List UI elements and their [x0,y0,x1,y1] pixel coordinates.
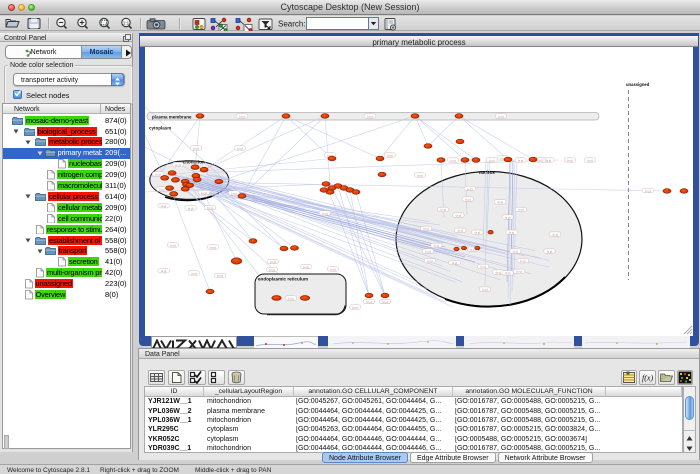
svg-text:(x y): (x y) [161,204,167,208]
svg-text:(x y): (x y) [207,206,213,210]
svg-text:(x y): (x y) [645,189,651,193]
svg-text:(x y): (x y) [547,249,553,253]
svg-text:(x y): (x y) [387,153,393,157]
svg-text:(x y): (x y) [480,265,486,269]
svg-text:(x y): (x y) [567,158,573,162]
svg-text:(x y): (x y) [193,146,199,150]
svg-text:unassigned: unassigned [626,82,650,87]
svg-text:(x y): (x y) [520,259,526,263]
svg-text:(x y): (x y) [425,249,431,253]
svg-text:1:1: 1:1 [123,20,130,25]
svg-text:(x y): (x y) [440,208,446,212]
svg-text:(x y): (x y) [467,187,473,191]
svg-text:(x y): (x y) [552,232,558,236]
svg-text:(x y): (x y) [288,296,294,300]
svg-text:(x y): (x y) [217,274,223,278]
svg-text:(x y): (x y) [450,158,456,162]
svg-text:(x y): (x y) [366,300,372,304]
svg-text:(x y): (x y) [423,227,429,231]
svg-text:f(x): f(x) [642,374,653,383]
svg-text:(x y): (x y) [509,231,515,235]
svg-text:(x y): (x y) [322,211,328,215]
svg-text:(x y): (x y) [159,187,165,191]
svg-text:(x y): (x y) [465,197,471,201]
svg-text:(x y): (x y) [237,146,243,150]
svg-text:(x y): (x y) [505,215,511,219]
svg-text:(x y): (x y) [489,158,495,162]
svg-text:(x y): (x y) [382,300,388,304]
svg-text:(x y): (x y) [458,229,464,233]
svg-text:(x y): (x y) [417,173,423,177]
svg-text:(x y): (x y) [587,158,593,162]
svg-text:(x y): (x y) [496,270,502,274]
svg-text:(x y): (x y) [452,261,458,265]
svg-text:(x y): (x y) [161,269,167,273]
svg-text:(x y): (x y) [516,270,522,274]
svg-text:(x y): (x y) [191,271,197,275]
svg-text:(x y): (x y) [513,249,519,253]
svg-text:endoplasmic reticulum: endoplasmic reticulum [258,277,308,282]
svg-text:(x y): (x y) [170,243,176,247]
svg-text:(x y): (x y) [537,158,543,162]
svg-text:(x y): (x y) [427,259,433,263]
svg-text:(x y): (x y) [518,158,524,162]
svg-text:(x y): (x y) [269,268,275,272]
svg-text:nucleus: nucleus [479,170,495,175]
svg-text:(x y): (x y) [155,172,161,176]
svg-text:(x y): (x y) [518,208,524,212]
svg-text:(x y): (x y) [475,231,481,235]
svg-text:(x y): (x y) [497,200,503,204]
svg-text:(x y): (x y) [210,245,216,249]
svg-text:(x y): (x y) [546,158,552,162]
svg-text:(x y): (x y) [303,265,309,269]
svg-text:(x y): (x y) [505,271,511,275]
svg-text:(x y): (x y) [482,287,488,291]
svg-text:Search:: Search: [278,20,306,29]
svg-text:(x y): (x y) [456,213,462,217]
svg-text:(x y): (x y) [367,114,373,118]
svg-text:(x y): (x y) [231,191,237,195]
svg-text:(x y): (x y) [434,244,440,248]
svg-text:(x y): (x y) [201,191,207,195]
svg-text:(x y): (x y) [330,267,336,271]
svg-text:(x y): (x y) [188,206,194,210]
svg-text:(x y): (x y) [239,114,245,118]
svg-text:(x y): (x y) [498,114,504,118]
svg-text:(x y): (x y) [270,260,276,264]
svg-text:(x y): (x y) [352,305,358,309]
svg-text:(x y): (x y) [175,163,181,167]
